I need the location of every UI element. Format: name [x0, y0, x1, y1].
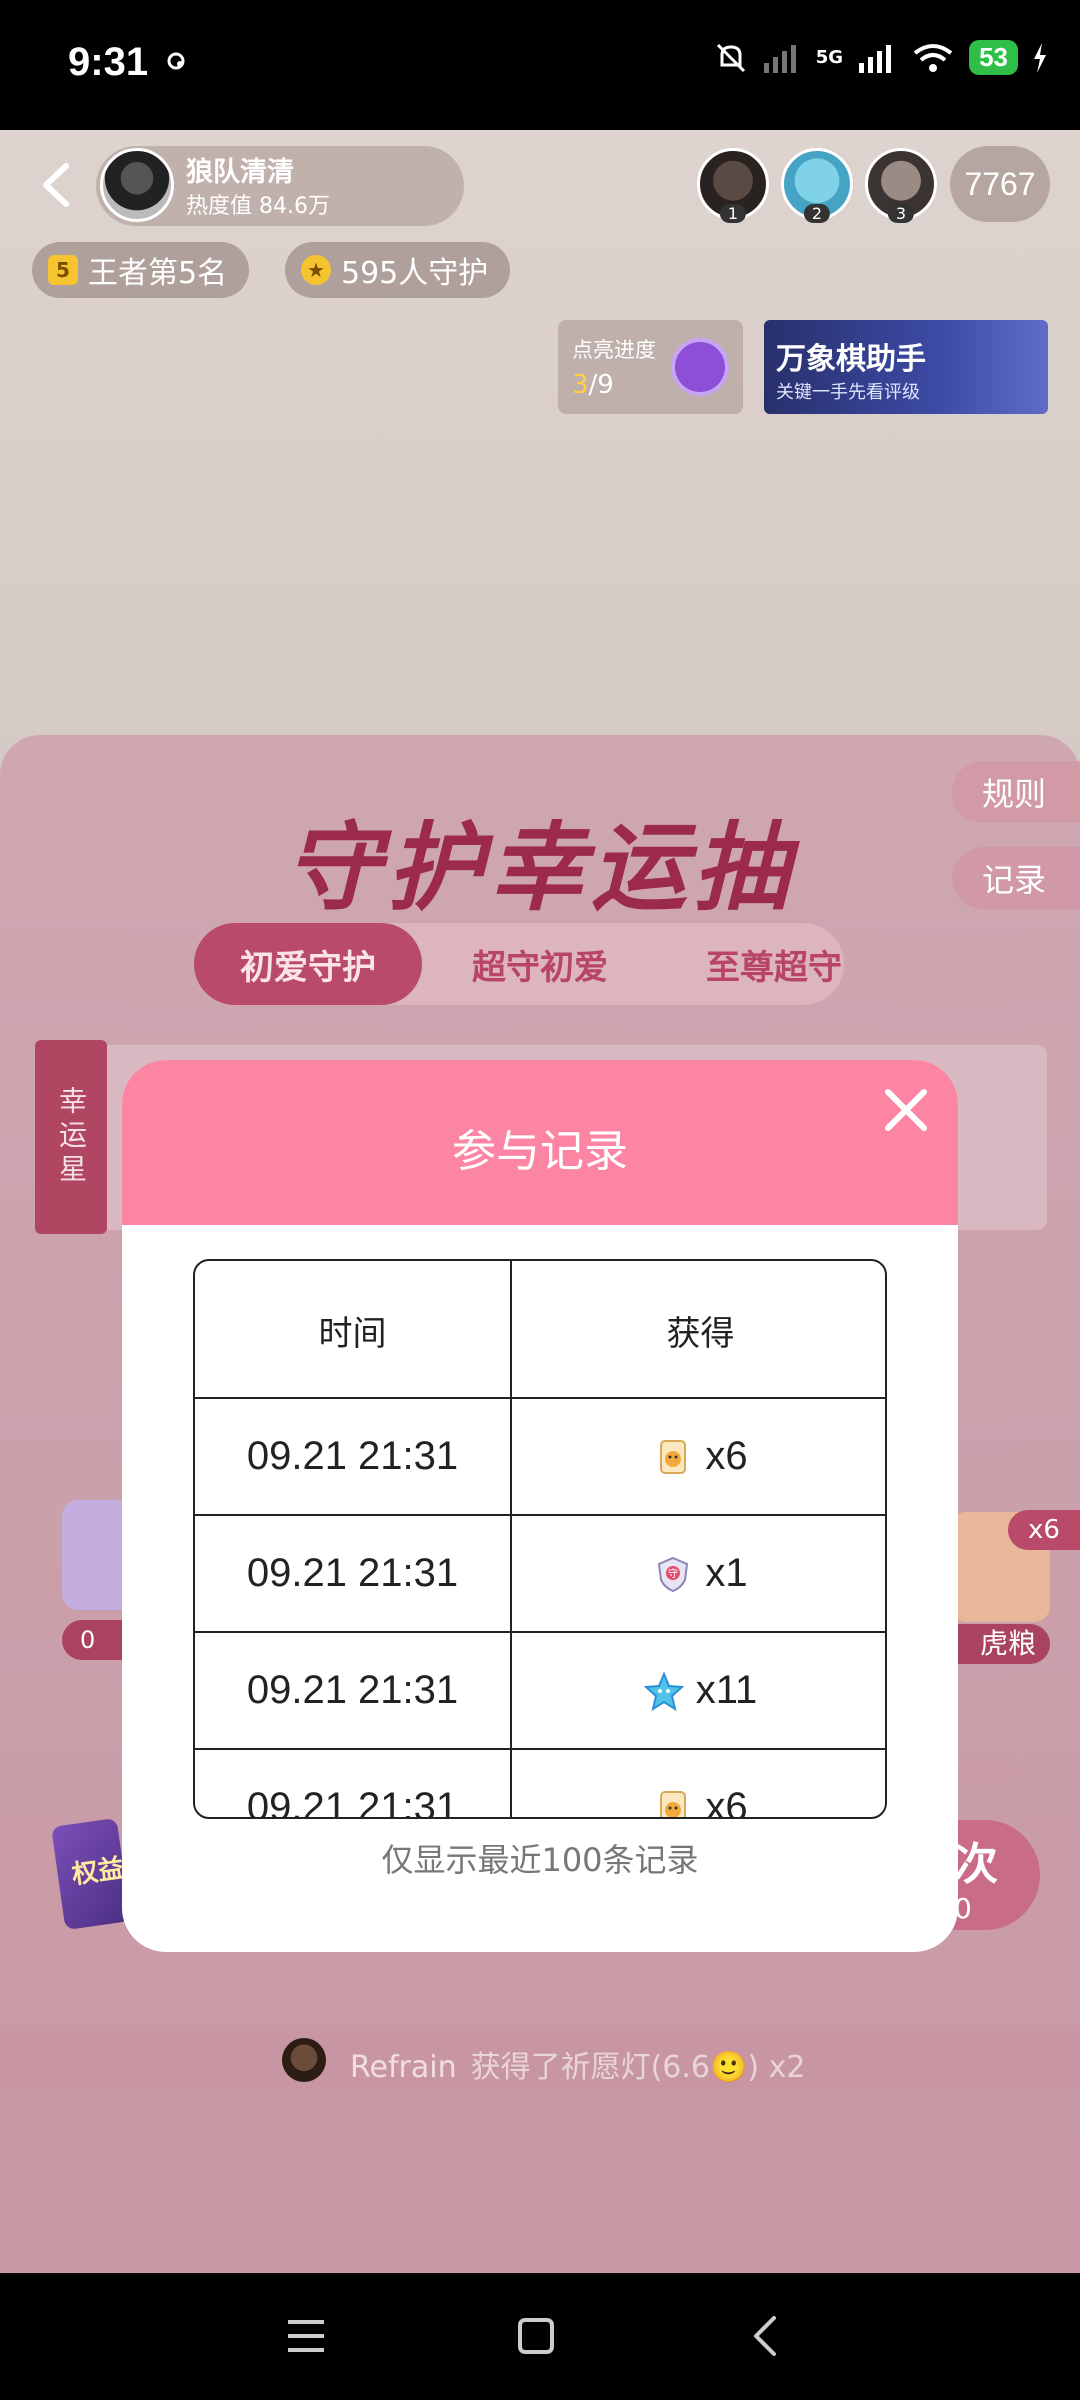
back-arrow-icon[interactable]	[36, 160, 76, 210]
svg-text:守: 守	[668, 1567, 678, 1580]
dialog-title: 参与记录	[452, 1126, 628, 1177]
ticker-message: 获得了祈愿灯(6.6🙂) x2	[470, 2050, 806, 2085]
draw-button-label: 次	[954, 1839, 998, 1890]
records-table[interactable]: 时间 获得 09.21 21:31 x6 09.21 21:31 守 x1 09…	[193, 1259, 887, 1819]
tiger-food-icon	[660, 1439, 687, 1474]
record-time: 09.21 21:31	[246, 1551, 459, 1595]
equity-label: 权益	[70, 1853, 126, 1891]
record-gain: 守 x1	[512, 1516, 885, 1631]
tab-first-love-guard[interactable]: 初爱守护	[194, 923, 422, 1005]
back-icon[interactable]	[738, 2308, 794, 2364]
banner-title: 万象棋助手	[776, 342, 926, 377]
guard-badge[interactable]: ★ 595人守护	[285, 242, 511, 298]
record-time: 09.21 21:31	[246, 1668, 459, 1712]
crown-icon: 5	[48, 255, 78, 285]
prize-count: x6	[1008, 1510, 1080, 1550]
viewer-rank: 1	[719, 204, 747, 223]
ticker-avatar	[282, 2038, 326, 2082]
banner-subtitle: 关键一手先看评级	[776, 382, 920, 403]
rank-badge[interactable]: 5 王者第5名	[32, 242, 250, 298]
rules-button[interactable]: 规则	[952, 761, 1080, 823]
record-gain: x11	[512, 1633, 885, 1748]
guard-shield-icon: ★	[301, 255, 331, 285]
records-button[interactable]: 记录	[952, 847, 1080, 909]
chess-assistant-banner[interactable]: 万象棋助手 关键一手先看评级	[764, 320, 1048, 414]
record-gain: x6	[512, 1399, 885, 1514]
status-icons: 5G 53	[714, 40, 1048, 75]
progress-current: 3	[572, 370, 589, 400]
host-heat: 热度值 84.6万	[186, 194, 330, 219]
wifi-icon	[913, 43, 953, 72]
record-time: 09.21 21:31	[246, 1434, 459, 1478]
viewer-avatar[interactable]: 2	[781, 148, 853, 223]
lucky-star-label: 幸运星	[35, 1040, 107, 1234]
viewer-avatar[interactable]: 1	[697, 148, 769, 223]
mute-icon	[716, 43, 745, 72]
battery-level: 53	[969, 40, 1018, 75]
column-header-time: 时间	[318, 1313, 387, 1354]
viewer-count[interactable]: 7767	[950, 146, 1050, 222]
record-time: 09.21 21:31	[246, 1785, 459, 1819]
sync-icon	[167, 52, 185, 70]
rank-badge-label: 王者第5名	[88, 256, 228, 291]
tab-super-guard[interactable]: 超守初爱	[432, 923, 648, 1005]
progress-value: 3/9	[572, 370, 614, 400]
tiger-food-icon	[660, 1790, 687, 1817]
progress-label: 点亮进度	[572, 338, 656, 362]
record-gain-count: x6	[705, 1785, 748, 1819]
status-time: 9:31	[68, 40, 149, 84]
guard-shield-icon: 守	[658, 1556, 689, 1592]
record-gain-count: x11	[695, 1668, 758, 1712]
viewer-rank: 3	[887, 204, 915, 223]
record-gain-count: x6	[705, 1434, 748, 1478]
progress-total: /9	[588, 370, 614, 400]
signal-strong-icon	[859, 44, 892, 73]
status-bar: 9:31 5G 53	[0, 0, 1080, 130]
badge-hexagon-icon	[671, 338, 729, 396]
guard-badge-label: 595人守护	[341, 256, 489, 291]
light-progress-card[interactable]: 点亮进度 3/9	[558, 320, 743, 414]
record-gain: x6	[512, 1750, 885, 1819]
viewer-rank: 2	[803, 204, 831, 223]
ticker-user: Refrain	[350, 2050, 457, 2085]
network-type: 5G	[815, 47, 844, 68]
menu-icon[interactable]	[278, 2308, 334, 2364]
participation-records-dialog: 参与记录 时间 获得 09.21 21:31 x6 09.21 21:31 守 …	[122, 1060, 958, 1952]
viewer-avatar[interactable]: 3	[865, 148, 937, 223]
record-gain-count: x1	[705, 1551, 748, 1595]
column-header-gain: 获得	[666, 1313, 735, 1354]
host-avatar[interactable]	[100, 148, 174, 222]
host-name: 狼队清清	[186, 157, 294, 188]
records-limit-note: 仅显示最近100条记录	[381, 1841, 699, 1879]
tab-supreme-guard[interactable]: 至尊超守	[660, 923, 888, 1005]
star-icon	[643, 1670, 684, 1711]
charging-icon	[1034, 42, 1046, 73]
close-icon[interactable]	[878, 1082, 934, 1138]
home-icon[interactable]	[508, 2308, 564, 2364]
signal-icon	[763, 44, 796, 73]
panel-title: 守护幸运抽	[285, 812, 795, 924]
draw-button-sub: 0	[954, 1892, 972, 1925]
ticker-text: Refrain 获得了祈愿灯(6.6🙂) x2	[350, 2042, 805, 2086]
